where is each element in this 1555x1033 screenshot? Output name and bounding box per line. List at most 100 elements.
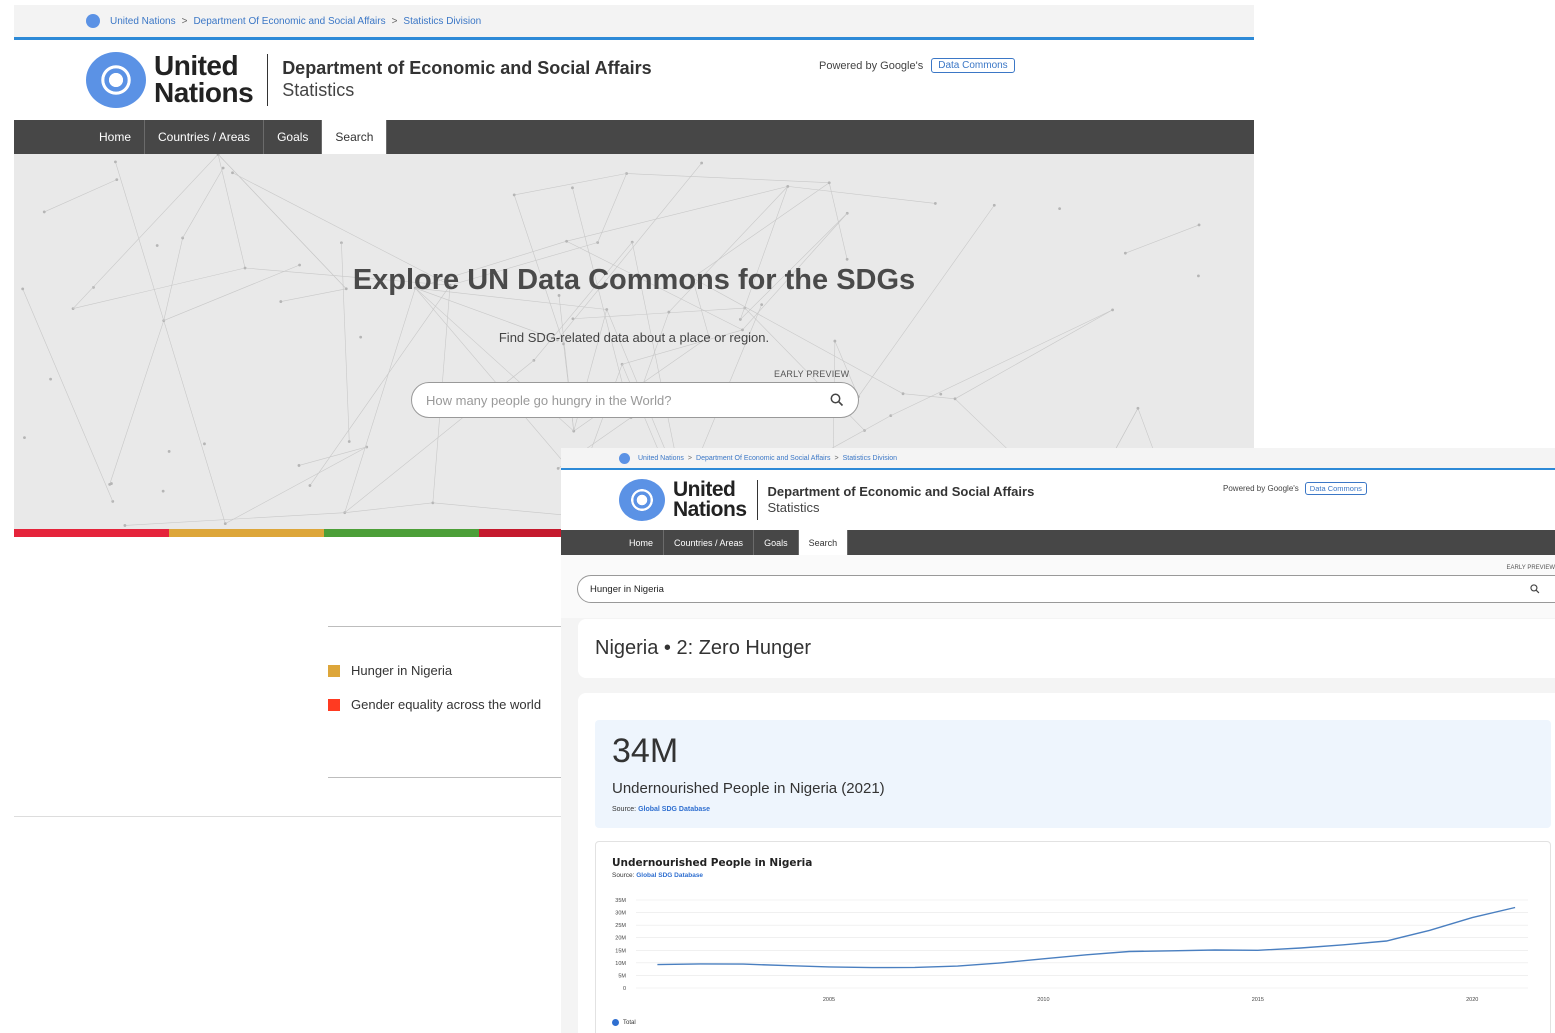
sdg-stripe-segment xyxy=(324,529,479,537)
front-browser-window: United Nations > Department Of Economic … xyxy=(561,448,1555,1033)
network-node xyxy=(115,178,119,182)
breadcrumb: United Nations > Department Of Economic … xyxy=(14,5,1254,37)
results-body: Nigeria • 2: Zero Hunger 34M Undernouris… xyxy=(561,618,1555,1033)
chart-card: 0 5M 10M 15M 20M 25M 30M 35M 2005 2010 2015 2020 Un… xyxy=(595,841,1551,1033)
network-node xyxy=(161,489,165,493)
nav-goals[interactable]: Goals xyxy=(264,120,323,154)
logo-line-2: Nations xyxy=(154,77,254,108)
powered-by: Powered by Google's Data Commons xyxy=(1223,482,1367,495)
breadcrumb-desa[interactable]: Department Of Economic and Social Affair… xyxy=(696,455,831,462)
network-node xyxy=(114,160,117,164)
network-edge xyxy=(597,173,627,243)
topics-divider xyxy=(328,777,588,778)
data-commons-link[interactable]: Data Commons xyxy=(1304,482,1367,495)
network-node xyxy=(1123,251,1127,255)
header-divider xyxy=(756,480,758,520)
un-logo-text[interactable]: United Nations xyxy=(673,479,747,520)
breadcrumb-separator: > xyxy=(181,15,188,27)
topic-gender-equality[interactable]: Gender equality across the world xyxy=(328,697,541,712)
network-edge xyxy=(890,309,1113,416)
data-commons-link[interactable]: Data Commons xyxy=(931,58,1015,73)
source-link[interactable]: Global SDG Database xyxy=(638,806,710,813)
network-edge xyxy=(182,167,224,239)
breadcrumb-united-nations[interactable]: United Nations xyxy=(110,16,176,27)
nav-home[interactable]: Home xyxy=(86,120,146,154)
network-node xyxy=(279,300,283,303)
department-title: Department of Economic and Social Affair… xyxy=(282,58,651,101)
y-tick-label: 10M xyxy=(615,961,626,967)
sdg-stripe-segment xyxy=(14,529,169,537)
network-node xyxy=(23,436,26,440)
network-edge xyxy=(124,512,345,526)
network-node xyxy=(308,484,312,487)
powered-by-text: Powered by Google's xyxy=(819,59,924,72)
un-logo-text[interactable]: United Nations xyxy=(154,52,254,108)
un-globe-icon xyxy=(619,452,630,464)
nav-search[interactable]: Search xyxy=(798,530,849,555)
network-node xyxy=(786,184,790,188)
department-subtitle: Statistics xyxy=(767,500,820,515)
breadcrumb-statistics-division[interactable]: Statistics Division xyxy=(403,16,481,27)
un-emblem-icon[interactable] xyxy=(86,52,146,108)
query-search-box[interactable] xyxy=(577,575,1555,603)
hero-search-box[interactable] xyxy=(411,382,859,418)
nav-countries-areas[interactable]: Countries / Areas xyxy=(145,120,265,154)
network-node xyxy=(953,397,957,401)
topic-label: Gender equality across the world xyxy=(351,697,542,712)
breadcrumb-statistics-division[interactable]: Statistics Division xyxy=(843,455,897,462)
search-icon[interactable] xyxy=(1530,584,1540,594)
powered-by-text: Powered by Google's xyxy=(1223,484,1299,493)
hero-title: Explore UN Data Commons for the SDGs xyxy=(352,264,916,296)
nav-home[interactable]: Home xyxy=(619,530,665,555)
y-tick-label: 20M xyxy=(615,936,626,942)
hero-search-input[interactable] xyxy=(426,392,830,408)
network-node xyxy=(155,244,159,247)
network-node xyxy=(49,377,52,381)
network-node xyxy=(347,440,351,443)
nav-goals[interactable]: Goals xyxy=(754,530,799,555)
un-emblem-icon[interactable] xyxy=(619,479,665,521)
breadcrumb-separator: > xyxy=(391,15,398,27)
window-edge xyxy=(14,816,574,817)
search-icon[interactable] xyxy=(830,393,844,407)
network-edge xyxy=(557,162,702,341)
network-edge xyxy=(572,307,745,320)
chart-legend[interactable]: Total xyxy=(612,1019,636,1026)
y-tick-label: 35M xyxy=(615,898,626,904)
network-edge xyxy=(828,182,848,260)
network-node xyxy=(1111,308,1114,312)
source-link[interactable]: Global SDG Database xyxy=(636,872,703,879)
network-edge xyxy=(217,154,246,269)
highlight-source: Source: Global SDG Database xyxy=(612,806,710,813)
network-edge xyxy=(858,205,995,397)
nav-search[interactable]: Search xyxy=(322,120,388,154)
network-edge xyxy=(787,186,936,204)
network-edge xyxy=(740,186,789,320)
network-node xyxy=(1197,223,1201,227)
department-name: Department of Economic and Social Affair… xyxy=(767,484,1035,500)
main-nav: Home Countries / Areas Goals Search xyxy=(561,530,1555,555)
nav-countries-areas[interactable]: Countries / Areas xyxy=(664,530,755,555)
topic-hunger-nigeria[interactable]: Hunger in Nigeria xyxy=(328,663,452,678)
network-node xyxy=(108,483,112,486)
network-edge xyxy=(514,173,627,196)
breadcrumb-united-nations[interactable]: United Nations xyxy=(638,455,684,462)
topic-label: Hunger in Nigeria xyxy=(351,663,453,678)
y-tick-label: 30M xyxy=(615,911,626,917)
chart-title: Undernourished People in Nigeria xyxy=(612,857,813,869)
x-tick-label: 2005 xyxy=(823,997,835,1003)
topics-divider xyxy=(328,626,588,627)
network-node xyxy=(167,450,171,453)
y-tick-label: 25M xyxy=(615,923,626,929)
x-tick-label: 2015 xyxy=(1252,997,1264,1003)
network-node xyxy=(1058,207,1062,211)
source-label: Source: xyxy=(612,806,637,813)
highlight-description: Undernourished People in Nigeria (2021) xyxy=(612,780,885,797)
line-chart: 0 5M 10M 15M 20M 25M 30M 35M 2005 2010 2015 2020 xyxy=(615,898,1528,1003)
breadcrumb-desa[interactable]: Department Of Economic and Social Affair… xyxy=(193,16,385,27)
network-node xyxy=(571,186,574,190)
network-node xyxy=(992,203,996,207)
network-node xyxy=(667,310,671,314)
department-name: Department of Economic and Social Affair… xyxy=(282,58,652,79)
query-search-input[interactable] xyxy=(590,583,1555,595)
